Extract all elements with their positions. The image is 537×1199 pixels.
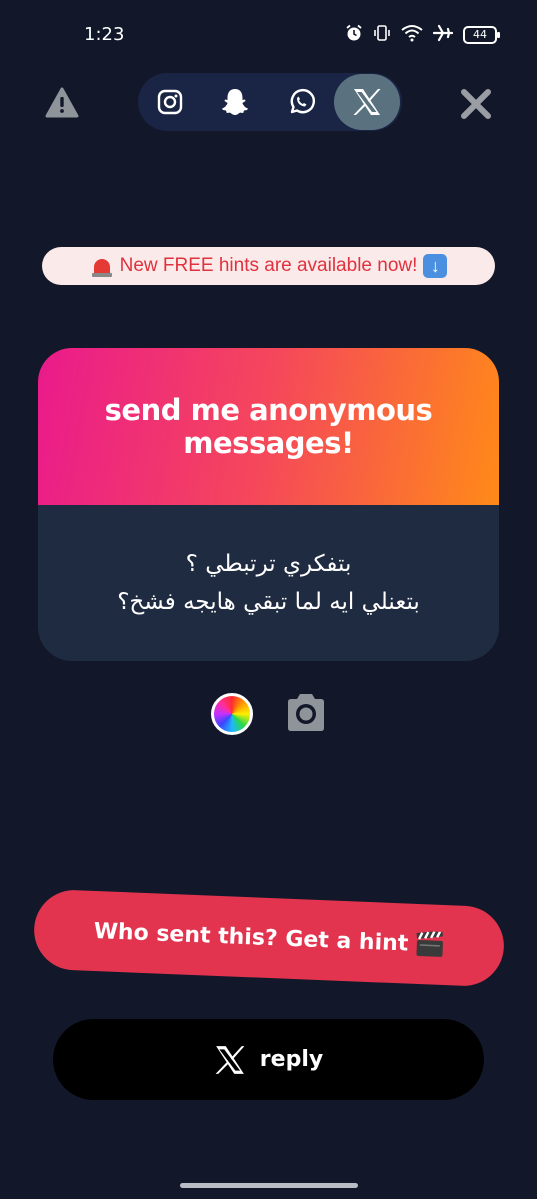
x-logo-icon [215, 1045, 245, 1074]
warning-icon [45, 87, 79, 118]
report-button[interactable] [44, 86, 80, 120]
reply-label: reply [259, 1047, 324, 1072]
camera-icon [288, 694, 324, 731]
wifi-icon [401, 24, 423, 46]
whatsapp-icon [290, 88, 315, 114]
banner-text: New FREE hints are available now! [119, 255, 418, 276]
card-title: send me anonymous messages! [104, 392, 433, 460]
color-wheel-icon[interactable] [211, 693, 253, 735]
down-arrow-icon: ↓ [423, 254, 448, 278]
share-platform-selector [138, 73, 402, 131]
share-snapchat-button[interactable] [210, 77, 260, 127]
share-whatsapp-button[interactable] [276, 77, 326, 127]
airplane-icon [432, 24, 454, 46]
get-hint-label: Who sent this? Get a hint [93, 918, 409, 957]
home-indicator[interactable] [180, 1183, 358, 1188]
camera-button[interactable] [284, 692, 328, 734]
share-instagram-button[interactable] [145, 77, 195, 127]
x-logo-icon [353, 89, 381, 115]
alarm-icon [345, 24, 363, 46]
reply-button[interactable]: reply [53, 1019, 484, 1100]
status-time: 1:23 [84, 24, 125, 45]
siren-icon [89, 254, 114, 278]
snapchat-icon [222, 89, 248, 115]
card-header: send me anonymous messages! [38, 348, 499, 505]
free-hints-banner[interactable]: New FREE hints are available now! ↓ [42, 247, 495, 285]
message-card: send me anonymous messages! بتفكري ترتبط… [38, 348, 499, 661]
instagram-icon [157, 89, 183, 115]
share-x-button[interactable] [334, 74, 400, 130]
close-icon [461, 89, 491, 119]
clapperboard-icon [416, 930, 445, 958]
message-line-2: بتعنلي ايه لما تبقي هايجه فشخ؟ [117, 589, 420, 615]
message-line-1: بتفكري ترتبطي ؟ [185, 551, 352, 577]
vibrate-icon [373, 24, 391, 46]
status-bar: 1:23 44 [0, 0, 537, 64]
battery-icon: 44 [463, 26, 500, 44]
get-hint-button[interactable]: Who sent this? Get a hint [32, 888, 506, 988]
close-button[interactable] [456, 84, 496, 124]
message-body: بتفكري ترتبطي ؟ بتعنلي ايه لما تبقي هايج… [38, 505, 499, 661]
status-icons: 44 [345, 24, 500, 46]
